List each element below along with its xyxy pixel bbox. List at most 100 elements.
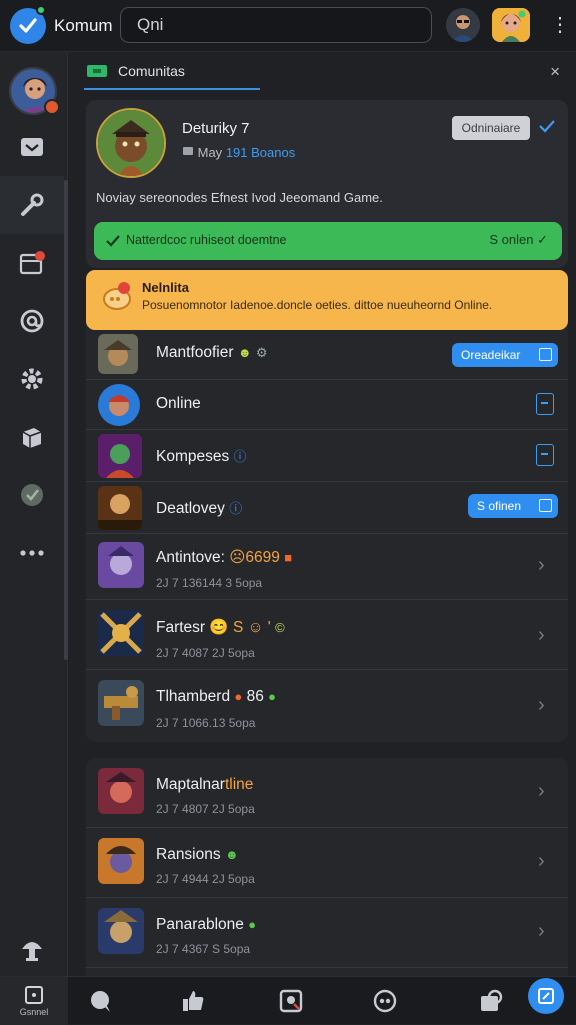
member-button[interactable]: Odninaiare	[452, 116, 530, 140]
check-icon	[106, 235, 120, 247]
tab-comunitas[interactable]: Comunitas	[84, 54, 260, 90]
chevron-right-icon[interactable]: ›	[538, 694, 545, 717]
tab-bar: Comunitas ×	[70, 54, 576, 94]
box-icon	[539, 499, 552, 512]
game-list: Mantfoofier ☻ ⚙ Oreadeikar Online Kompes…	[86, 310, 568, 742]
list-item-title-extra: ☹6699	[229, 549, 280, 566]
community-icon	[373, 989, 397, 1013]
chat-icon	[91, 991, 110, 1012]
bottom-nav-like[interactable]	[168, 977, 218, 1025]
more-menu-icon[interactable]: ⋮	[550, 13, 570, 37]
meta-highlight: 191 Boanos	[225, 145, 296, 160]
list-item-subtitle: 2J 7 4367 S 5opa	[156, 942, 251, 956]
join-button[interactable]: Oreadeikar	[452, 343, 558, 367]
game-thumbnail	[98, 768, 144, 814]
list-item[interactable]: Panarablone ● 2J 7 4367 S 5opa ›	[86, 898, 568, 968]
list-item-title-text: Panarablone	[156, 916, 244, 933]
list-item[interactable]: Mantfoofier ☻ ⚙ Oreadeikar	[86, 332, 568, 380]
list-item-title: Online	[156, 395, 201, 412]
community-meta: May 191 Boanos	[182, 145, 295, 160]
bottom-nav-chat[interactable]	[76, 977, 126, 1025]
game-thumbnail	[98, 542, 144, 588]
list-item-title: Tlhamberd ● 86 ●	[156, 688, 276, 706]
user-avatar[interactable]	[446, 8, 480, 42]
list-item-title-extra: tline	[224, 776, 254, 793]
status-online: S onlen ✓	[489, 232, 548, 248]
status-online-label: S onlen	[489, 232, 534, 247]
join-button[interactable]: S ofinen	[468, 494, 558, 518]
chevron-right-icon[interactable]: ›	[538, 850, 545, 873]
tools-icon	[21, 193, 44, 216]
status-banner[interactable]: Natterdcoc ruhiseot doemtne S onlen ✓	[94, 222, 562, 260]
meta-prefix: May	[197, 145, 223, 160]
top-bar: Komum Qni ⋮	[0, 0, 576, 52]
ticket-icon	[87, 65, 107, 77]
info-icon: ⓘ	[233, 449, 247, 464]
status-text: Natterdcoc ruhiseot doemtne	[126, 233, 287, 247]
list-item-title-extra: 86	[246, 688, 264, 705]
chevron-right-icon[interactable]: ›	[538, 920, 545, 943]
sidebar-item-globe[interactable]	[0, 466, 64, 524]
game-avatar[interactable]	[96, 108, 166, 178]
list-item[interactable]: Tlhamberd ● 86 ● 2J 7 1066.13 5opa ›	[86, 670, 568, 740]
list-item-title-text: Mantfoofier	[156, 344, 234, 361]
sidebar-item-calendar[interactable]	[0, 234, 64, 292]
list-item-title-text: Maptalnar	[156, 776, 225, 793]
list-item-title: Fartesr 😊 S ☺ ' ©	[156, 618, 285, 637]
list-item-title-text: Antintove:	[156, 549, 225, 566]
list-item[interactable]: Online	[86, 380, 568, 430]
bottom-nav-home[interactable]: Gsnnel	[0, 977, 68, 1025]
list-item[interactable]: Ransions ☻ 2J 7 4944 2J 5opa ›	[86, 828, 568, 898]
chevron-right-icon[interactable]: ›	[538, 780, 545, 803]
list-item-title-text: Tlhamberd	[156, 688, 231, 705]
list-item[interactable]: Maptalnartline 2J 7 4807 2J 5opa ›	[86, 758, 568, 828]
join-button-label: Oreadeikar	[461, 348, 521, 362]
close-icon[interactable]: ×	[550, 62, 560, 82]
list-item-subtitle: 2J 7 4087 2J 5opa	[156, 646, 255, 660]
community-description: Noviay sereonodes Efnest Ivod Jeeomand G…	[96, 190, 383, 205]
sidebar-item-tools[interactable]	[0, 176, 64, 234]
sidebar-item-mushroom[interactable]	[0, 920, 64, 978]
compose-button[interactable]	[528, 978, 564, 1014]
bottom-nav-home-label: Gsnnel	[19, 1007, 49, 1017]
bottom-nav-community[interactable]	[360, 977, 410, 1025]
list-item-title: Ransions ☻	[156, 846, 239, 864]
game-list-secondary: Maptalnartline 2J 7 4807 2J 5opa › Ransi…	[86, 758, 568, 976]
bottom-nav-saved[interactable]	[466, 977, 516, 1025]
list-item[interactable]: Fartesr 😊 S ☺ ' © 2J 7 4087 2J 5opa ›	[86, 600, 568, 670]
members-icon	[183, 147, 193, 155]
list-item[interactable]: Kompeses ⓘ	[86, 430, 568, 482]
search-input[interactable]: Qni	[120, 7, 432, 43]
home-square-icon	[25, 986, 43, 1004]
list-item[interactable]: Deatlovey ⓘ S ofinen	[86, 482, 568, 534]
sidebar-item-inbox[interactable]	[0, 118, 64, 176]
gear-icon	[21, 368, 43, 390]
more-icon	[20, 550, 44, 556]
list-item-title-text: Fartesr	[156, 619, 206, 636]
join-button-label: S ofinen	[477, 499, 522, 513]
sidebar-item-cube[interactable]	[0, 408, 64, 466]
bottom-nav: Gsnnel	[0, 976, 576, 1025]
list-item-title: Antintove: ☹6699 ■	[156, 548, 292, 567]
app-title: Komum	[54, 16, 113, 35]
bottom-nav-gallery[interactable]	[266, 977, 316, 1025]
game-thumbnail	[98, 434, 142, 478]
game-thumbnail	[98, 610, 144, 656]
profile-avatar[interactable]	[492, 8, 530, 42]
chevron-right-icon[interactable]: ›	[538, 554, 545, 577]
sidebar-item-more[interactable]	[0, 524, 64, 582]
list-item-title: Mantfoofier ☻ ⚙	[156, 344, 268, 362]
open-square-icon[interactable]	[536, 444, 554, 466]
open-square-icon[interactable]	[536, 393, 554, 415]
notice-text: Posuenomnotor Iadenoe.doncle oeties. dit…	[142, 298, 493, 312]
sidebar-scrollbar[interactable]	[64, 180, 68, 660]
sidebar-item-mentions[interactable]	[0, 292, 64, 350]
smile-icon: ☻	[237, 345, 252, 360]
chevron-right-icon[interactable]: ›	[538, 624, 545, 647]
badge-green-icon: ●	[268, 689, 276, 704]
info-icon: ⓘ	[229, 501, 243, 516]
list-item[interactable]: Antintove: ☹6699 ■ 2J 7 136144 3 5opa ›	[86, 534, 568, 600]
notice-banner[interactable]: Nelnlita Posuenomnotor Iadenoe.doncle oe…	[86, 270, 568, 330]
check-icon[interactable]	[538, 118, 556, 134]
sidebar-item-settings[interactable]	[0, 350, 64, 408]
